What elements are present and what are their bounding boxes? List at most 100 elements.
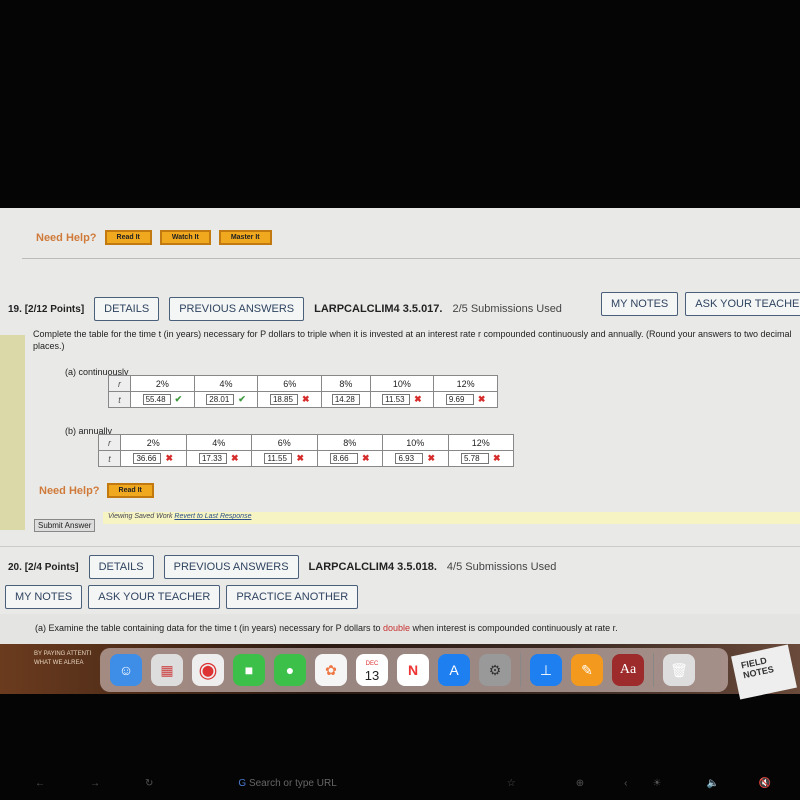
q20-code: LARPCALCLIM4 3.5.018. xyxy=(308,561,437,573)
rate-header: 8% xyxy=(321,375,371,392)
t-label: t xyxy=(98,450,121,467)
volume-icon[interactable]: 🔈 xyxy=(706,778,718,789)
rate-header: 8% xyxy=(316,434,383,451)
answer-cell: 36.66 ✖ xyxy=(120,450,187,467)
answer-cell: 18.85 ✖ xyxy=(257,391,323,408)
read-it-button[interactable]: Read It xyxy=(106,483,154,498)
divider xyxy=(22,258,800,259)
q20-prompt: (a) Examine the table containing data fo… xyxy=(35,623,618,633)
previous-answers-button[interactable]: PREVIOUS ANSWERS xyxy=(163,555,299,579)
q20-number: 20. [2/4 Points] xyxy=(8,561,79,573)
launchpad-icon[interactable]: ▦ xyxy=(151,654,183,686)
dock-separator xyxy=(653,653,654,687)
answer-input[interactable]: 9.69 xyxy=(445,394,474,405)
finder-icon[interactable]: ☺ xyxy=(110,654,142,686)
answer-input[interactable]: 55.48 xyxy=(142,394,171,405)
chrome-icon[interactable]: ◉ xyxy=(192,654,224,686)
search-url-field[interactable]: G Search or type URL xyxy=(238,778,336,789)
q19-need-help: Need Help? Read It xyxy=(39,483,154,498)
q20-body: (a) Examine the table containing data fo… xyxy=(0,614,800,644)
rate-header: 12% xyxy=(433,375,498,392)
answer-cell: 5.78 ✖ xyxy=(447,450,514,467)
dictionary-icon[interactable]: Aa xyxy=(612,654,644,686)
news-icon[interactable]: N xyxy=(397,654,429,686)
trash-icon[interactable]: 🗑 xyxy=(663,654,695,686)
answer-cell: 28.01 ✔ xyxy=(193,391,259,408)
q19-number: 19. [2/12 Points] xyxy=(8,303,85,315)
q20-actions: MY NOTES ASK YOUR TEACHER PRACTICE ANOTH… xyxy=(5,585,359,609)
answer-cell: 6.93 ✖ xyxy=(382,450,449,467)
photos-icon[interactable]: ✿ xyxy=(315,654,347,686)
back-icon[interactable]: ← xyxy=(35,778,45,789)
previous-answers-button[interactable]: PREVIOUS ANSWERS xyxy=(169,297,305,321)
details-button[interactable]: DETAILS xyxy=(88,555,154,579)
practice-another-button[interactable]: PRACTICE ANOTHER xyxy=(226,585,359,609)
pages-icon[interactable]: ✎ xyxy=(571,654,603,686)
master-it-button[interactable]: Master It xyxy=(218,230,272,245)
answer-input[interactable]: 11.53 xyxy=(382,394,411,405)
q19-actions: MY NOTES ASK YOUR TEACHER xyxy=(601,292,800,316)
q19-code: LARPCALCLIM4 3.5.017. xyxy=(314,303,443,315)
answer-cell: 11.53 ✖ xyxy=(369,391,435,408)
q20-submissions: 4/5 Submissions Used xyxy=(446,561,557,573)
need-help-label: Need Help? xyxy=(36,231,97,244)
watch-it-button[interactable]: Watch It xyxy=(159,230,211,245)
q19-submissions: 2/5 Submissions Used xyxy=(452,303,562,315)
answer-input[interactable]: 5.78 xyxy=(460,453,489,464)
saved-work-text: Viewing Saved Work xyxy=(108,513,173,520)
answer-input[interactable]: 8.66 xyxy=(329,453,358,464)
x-icon: ✖ xyxy=(165,453,174,463)
x-icon: ✖ xyxy=(477,394,486,404)
revert-link[interactable]: Revert to Last Response xyxy=(174,513,251,520)
keynote-icon[interactable]: ⊥ xyxy=(530,654,562,686)
answer-input[interactable]: 28.01 xyxy=(206,394,235,405)
x-icon: ✖ xyxy=(492,453,501,463)
details-button[interactable]: DETAILS xyxy=(94,297,160,321)
answer-input[interactable]: 36.66 xyxy=(133,453,162,464)
app-store-icon[interactable]: A xyxy=(438,654,470,686)
r-label: r xyxy=(98,434,121,451)
answer-input[interactable]: 18.85 xyxy=(269,394,298,405)
submit-answer-button[interactable]: Submit Answer xyxy=(34,519,96,532)
answer-cell: 9.69 ✖ xyxy=(433,391,498,408)
table-continuous: r 2% 4% 6% 8% 10% 12% t 55.48 ✔ 28.01 ✔ 18.85 ✖ 14.28… xyxy=(108,375,498,408)
ask-teacher-button[interactable]: ASK YOUR TEACHER xyxy=(88,585,221,609)
r-label: r xyxy=(108,375,131,392)
my-notes-button[interactable]: MY NOTES xyxy=(5,585,83,609)
rate-header: 2% xyxy=(130,375,195,392)
mute-icon[interactable]: 🔇 xyxy=(759,778,771,789)
t-label: t xyxy=(108,391,131,408)
messages-icon[interactable]: ● xyxy=(274,654,306,686)
forward-icon[interactable]: → xyxy=(90,778,100,789)
q19-prompt: Complete the table for the time t (in ye… xyxy=(33,329,792,351)
my-notes-button[interactable]: MY NOTES xyxy=(601,292,679,316)
answer-input[interactable]: 11.55 xyxy=(264,453,293,464)
add-tab-icon[interactable]: ⊕ xyxy=(576,778,584,789)
rate-header: 4% xyxy=(185,434,252,451)
answer-cell: 55.48 ✔ xyxy=(130,391,195,408)
rate-header: 12% xyxy=(447,434,514,451)
answer-input[interactable]: 6.93 xyxy=(395,453,424,464)
star-icon[interactable]: ☆ xyxy=(507,778,516,789)
answer-cell: 17.33 ✖ xyxy=(185,450,252,467)
brightness-icon[interactable]: ☀ xyxy=(652,778,661,789)
answer-input[interactable]: 17.33 xyxy=(198,453,227,464)
q20-header: 20. [2/4 Points] DETAILS PREVIOUS ANSWER… xyxy=(8,555,556,579)
prev-need-help: Need Help? Read It Watch It Master It xyxy=(36,230,272,245)
check-icon: ✔ xyxy=(238,394,246,404)
touch-bar: ← → ↻ G Search or type URL ☆ ⊕ ‹ ☀ 🔈 🔇 xyxy=(20,770,790,796)
system-settings-icon[interactable]: ⚙ xyxy=(479,654,511,686)
collapse-icon[interactable]: ‹ xyxy=(624,778,627,789)
rate-header: 10% xyxy=(382,434,449,451)
answer-cell: 14.28 xyxy=(321,391,371,408)
read-it-button[interactable]: Read It xyxy=(104,230,152,245)
rate-header: 6% xyxy=(257,375,323,392)
calendar-icon[interactable]: DEC 13 xyxy=(356,654,388,686)
x-icon: ✖ xyxy=(427,453,436,463)
answer-input[interactable]: 14.28 xyxy=(331,394,360,405)
reload-icon[interactable]: ↻ xyxy=(145,778,153,789)
saved-work-banner: Viewing Saved Work Revert to Last Respon… xyxy=(103,512,800,524)
facetime-icon[interactable]: ■ xyxy=(233,654,265,686)
dock-separator xyxy=(520,653,521,687)
ask-teacher-button[interactable]: ASK YOUR TEACHER xyxy=(685,292,800,316)
